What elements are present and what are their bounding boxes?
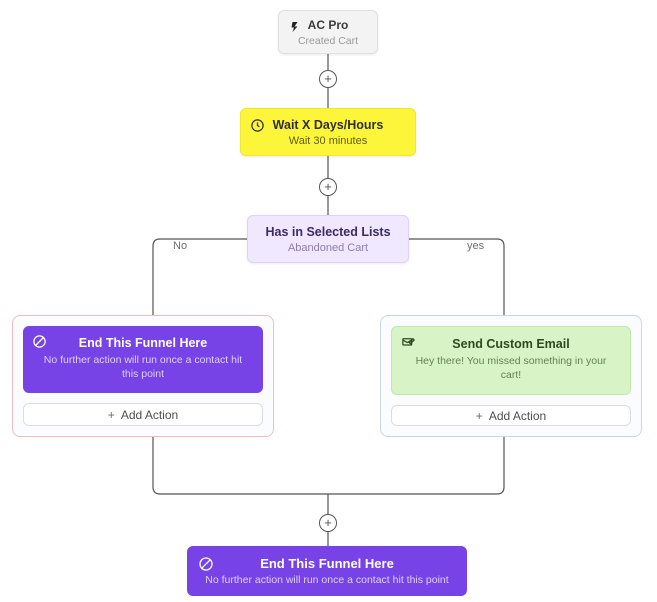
condition-title: Has in Selected Lists: [265, 225, 390, 239]
workflow-canvas: + + + AC Pro Created Cart Wait X Days/Ho…: [0, 0, 657, 602]
add-step-button-3[interactable]: +: [319, 514, 337, 532]
add-action-label: Add Action: [489, 409, 546, 423]
plus-icon: +: [324, 180, 332, 194]
stop-icon: [31, 334, 47, 350]
email-card-title: Send Custom Email: [452, 337, 569, 351]
plus-icon: +: [108, 408, 115, 422]
end-funnel-card-no[interactable]: End This Funnel Here No further action w…: [23, 326, 263, 393]
add-step-button-2[interactable]: +: [319, 178, 337, 196]
trigger-node[interactable]: AC Pro Created Cart: [278, 10, 378, 54]
clock-icon: [249, 117, 265, 133]
add-action-button-no[interactable]: + Add Action: [23, 403, 263, 426]
trigger-subtitle: Created Cart: [298, 35, 358, 47]
add-action-button-yes[interactable]: + Add Action: [391, 405, 631, 426]
send-email-card[interactable]: Send Custom Email Hey there! You missed …: [391, 326, 631, 395]
final-end-title: End This Funnel Here: [260, 556, 394, 571]
branch-label-no: No: [173, 240, 187, 252]
end-card-title: End This Funnel Here: [79, 336, 208, 350]
add-action-label: Add Action: [121, 408, 178, 422]
condition-subtitle: Abandoned Cart: [288, 242, 368, 254]
wait-title: Wait X Days/Hours: [273, 118, 384, 132]
lightning-icon: [287, 19, 303, 35]
plus-icon: +: [324, 516, 332, 530]
stop-icon: [197, 556, 215, 574]
final-end-subtitle: No further action will run once a contac…: [205, 574, 448, 586]
plus-icon: +: [476, 409, 483, 423]
add-step-button-1[interactable]: +: [319, 70, 337, 88]
trigger-title: AC Pro: [308, 18, 349, 32]
branch-container-no: End This Funnel Here No further action w…: [12, 315, 274, 437]
condition-node[interactable]: Has in Selected Lists Abandoned Cart: [247, 215, 409, 263]
wait-subtitle: Wait 30 minutes: [289, 135, 367, 147]
end-funnel-card-final[interactable]: End This Funnel Here No further action w…: [187, 546, 467, 596]
email-card-subtitle: Hey there! You missed something in your …: [404, 355, 618, 382]
plus-icon: +: [324, 72, 332, 86]
connector-lines: [0, 0, 657, 602]
branch-label-yes: yes: [465, 240, 486, 252]
end-card-subtitle: No further action will run once a contac…: [35, 354, 251, 381]
wait-node[interactable]: Wait X Days/Hours Wait 30 minutes: [240, 108, 416, 156]
email-edit-icon: [400, 335, 416, 351]
branch-container-yes: Send Custom Email Hey there! You missed …: [380, 315, 642, 437]
